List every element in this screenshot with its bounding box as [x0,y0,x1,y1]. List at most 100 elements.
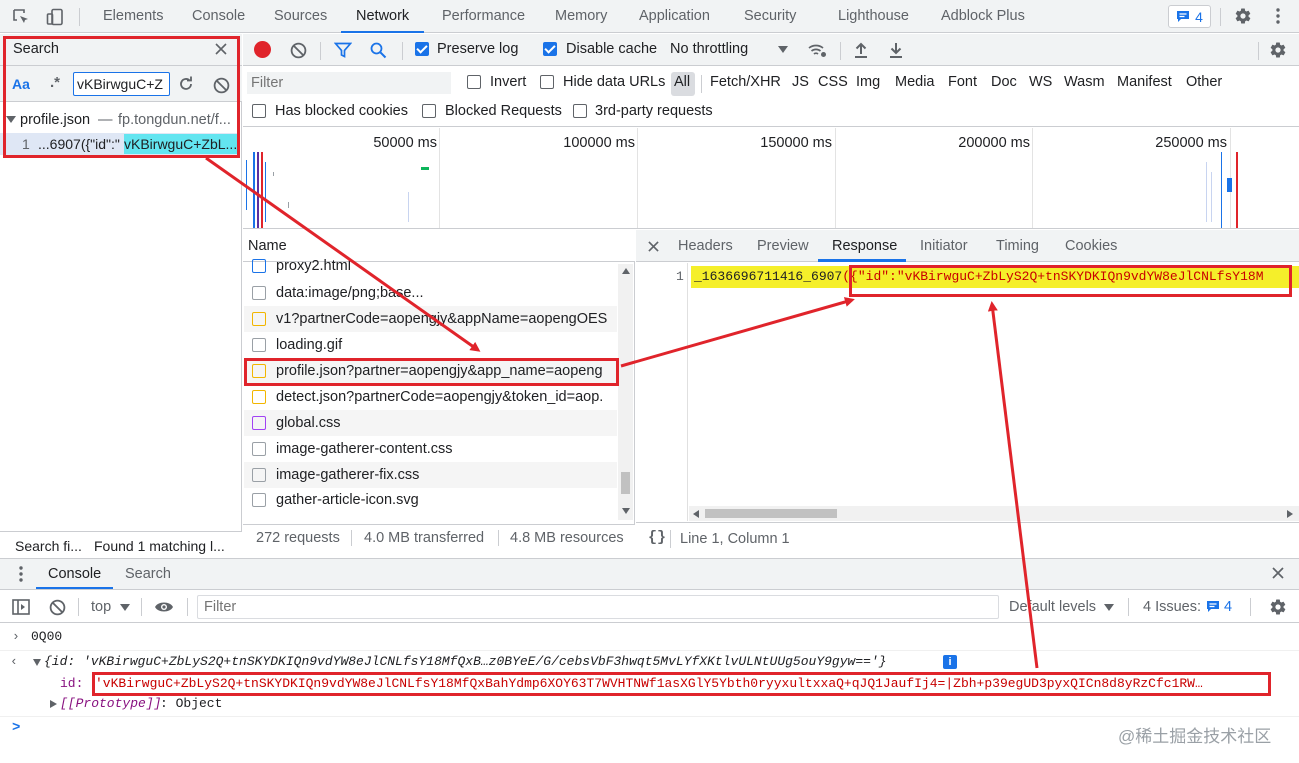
search-footer-count: Found 1 matching l... [94,538,225,554]
device-toolbar-icon[interactable] [44,6,66,28]
type-filter-css[interactable]: CSS [818,74,848,90]
request-list-scrollbar[interactable] [618,264,633,520]
type-filter-manifest[interactable]: Manifest [1117,74,1172,90]
type-filter-font[interactable]: Font [948,74,977,90]
clear-log-icon[interactable] [288,40,308,60]
drawer-tabbar [0,558,1299,590]
clear-console-icon[interactable] [47,597,67,617]
request-row[interactable]: data:image/png;base... [244,280,617,306]
settings-gear-icon[interactable] [1232,5,1254,27]
timeline-tick-250000: 250000 ms [1155,135,1227,151]
console-issues-label[interactable]: 4 Issues: [1143,599,1201,615]
image-file-icon [252,338,266,352]
watermark: @稀土掘金技术社区 [1118,727,1272,746]
type-filter-js[interactable]: JS [792,74,809,90]
live-expression-eye-icon[interactable] [153,597,175,617]
type-filter-all[interactable]: All [674,74,690,90]
request-row[interactable]: gather-article-icon.svg [244,488,617,512]
prototype-key: [[Prototype]] [60,696,162,711]
tab-sources[interactable]: Sources [274,0,327,33]
tab-console[interactable]: Console [192,0,245,33]
request-row[interactable]: global.css [244,410,617,436]
tab-application[interactable]: Application [639,0,710,33]
info-icon[interactable]: i [943,655,957,669]
type-filter-img[interactable]: Img [856,74,880,90]
log-levels-select[interactable]: Default levels [1009,599,1096,615]
issues-counter-button[interactable]: 4 [1168,5,1211,28]
tab-timing[interactable]: Timing [996,238,1039,254]
type-filter-fetch-xhr[interactable]: Fetch/XHR [710,74,781,90]
disable-cache-checkbox[interactable] [543,42,557,56]
image-file-icon [252,493,266,507]
tab-initiator[interactable]: Initiator [920,238,968,254]
type-filter-other[interactable]: Other [1186,74,1222,90]
network-settings-gear-icon[interactable] [1267,39,1289,61]
type-filter-doc[interactable]: Doc [991,74,1017,90]
request-row[interactable]: proxy2.html [244,254,617,278]
has-blocked-cookies-checkbox[interactable] [252,104,266,118]
active-tab-indicator [818,259,906,262]
context-dropdown-icon[interactable] [120,604,130,611]
status-resources: 4.8 MB resources [510,530,624,546]
network-conditions-icon[interactable] [806,40,828,60]
column-header-name[interactable]: Name [248,238,287,254]
throttling-dropdown-icon[interactable] [778,46,788,53]
inspect-element-icon[interactable] [10,6,32,28]
tab-response[interactable]: Response [832,238,897,254]
console-prompt[interactable]: > [12,720,20,736]
invert-checkbox[interactable] [467,75,481,89]
more-options-icon[interactable] [1268,5,1288,27]
export-har-icon[interactable] [886,40,906,60]
tab-adblock-plus[interactable]: Adblock Plus [941,0,1025,33]
close-detail-icon[interactable] [644,237,662,255]
log-levels-dropdown-icon[interactable] [1104,604,1114,611]
message-icon [1177,11,1190,22]
object-summary[interactable]: {id: 'vKBirwguC+ZbLyS2Q+tnSKYDKIQn9vdYW8… [44,654,887,669]
preserve-log-checkbox[interactable] [415,42,429,56]
context-select[interactable]: top [91,599,111,615]
prototype-expand-icon[interactable] [50,700,57,708]
console-settings-gear-icon[interactable] [1267,596,1289,618]
type-filter-wasm[interactable]: Wasm [1064,74,1105,90]
request-row[interactable]: image-gatherer-fix.css [244,462,617,488]
request-row[interactable]: image-gatherer-content.css [244,436,617,462]
third-party-checkbox[interactable] [573,104,587,118]
tab-memory[interactable]: Memory [555,0,607,33]
import-har-icon[interactable] [851,40,871,60]
tab-lighthouse[interactable]: Lighthouse [838,0,909,33]
request-row[interactable]: detect.json?partnerCode=aopengjy&token_i… [244,384,617,410]
tab-cookies[interactable]: Cookies [1065,238,1117,254]
tab-security[interactable]: Security [744,0,796,33]
console-sidebar-icon[interactable] [10,597,32,617]
tab-elements[interactable]: Elements [103,0,163,33]
drawer-tab-console[interactable]: Console [48,566,101,582]
request-row[interactable]: v1?partnerCode=aopengjy&appName=aopengOE… [244,306,617,332]
devtools-tabbar: Elements Console Sources Network Perform… [0,0,1299,33]
tab-network[interactable]: Network [341,0,425,33]
network-filter-input[interactable] [247,72,451,94]
search-icon[interactable] [368,40,388,60]
tab-headers[interactable]: Headers [678,238,733,254]
close-drawer-icon[interactable] [1269,564,1287,582]
pretty-print-icon[interactable]: {} [648,529,666,546]
console-issues-count: 4 [1224,599,1233,615]
timeline-overview[interactable]: 50000 ms 100000 ms 150000 ms 200000 ms 2… [243,128,1299,229]
response-hscrollbar[interactable] [689,506,1299,521]
drawer-menu-icon[interactable] [14,563,28,585]
filter-icon[interactable] [333,40,353,60]
timeline-tick-100000: 100000 ms [563,135,635,151]
drawer-tab-search[interactable]: Search [125,566,171,582]
console-filter-input[interactable] [197,595,999,619]
blocked-requests-checkbox[interactable] [422,104,436,118]
throttling-select[interactable]: No throttling [670,41,748,57]
prototype-value: : Object [160,696,223,711]
type-filter-media[interactable]: Media [895,74,935,90]
stylesheet-file-icon [252,416,266,430]
tab-preview[interactable]: Preview [757,238,809,254]
record-icon[interactable] [254,41,271,58]
hide-data-urls-checkbox[interactable] [540,75,554,89]
request-row[interactable]: loading.gif [244,332,617,358]
tab-performance[interactable]: Performance [442,0,525,33]
type-filter-ws[interactable]: WS [1029,74,1052,90]
object-expand-icon[interactable] [33,659,41,666]
